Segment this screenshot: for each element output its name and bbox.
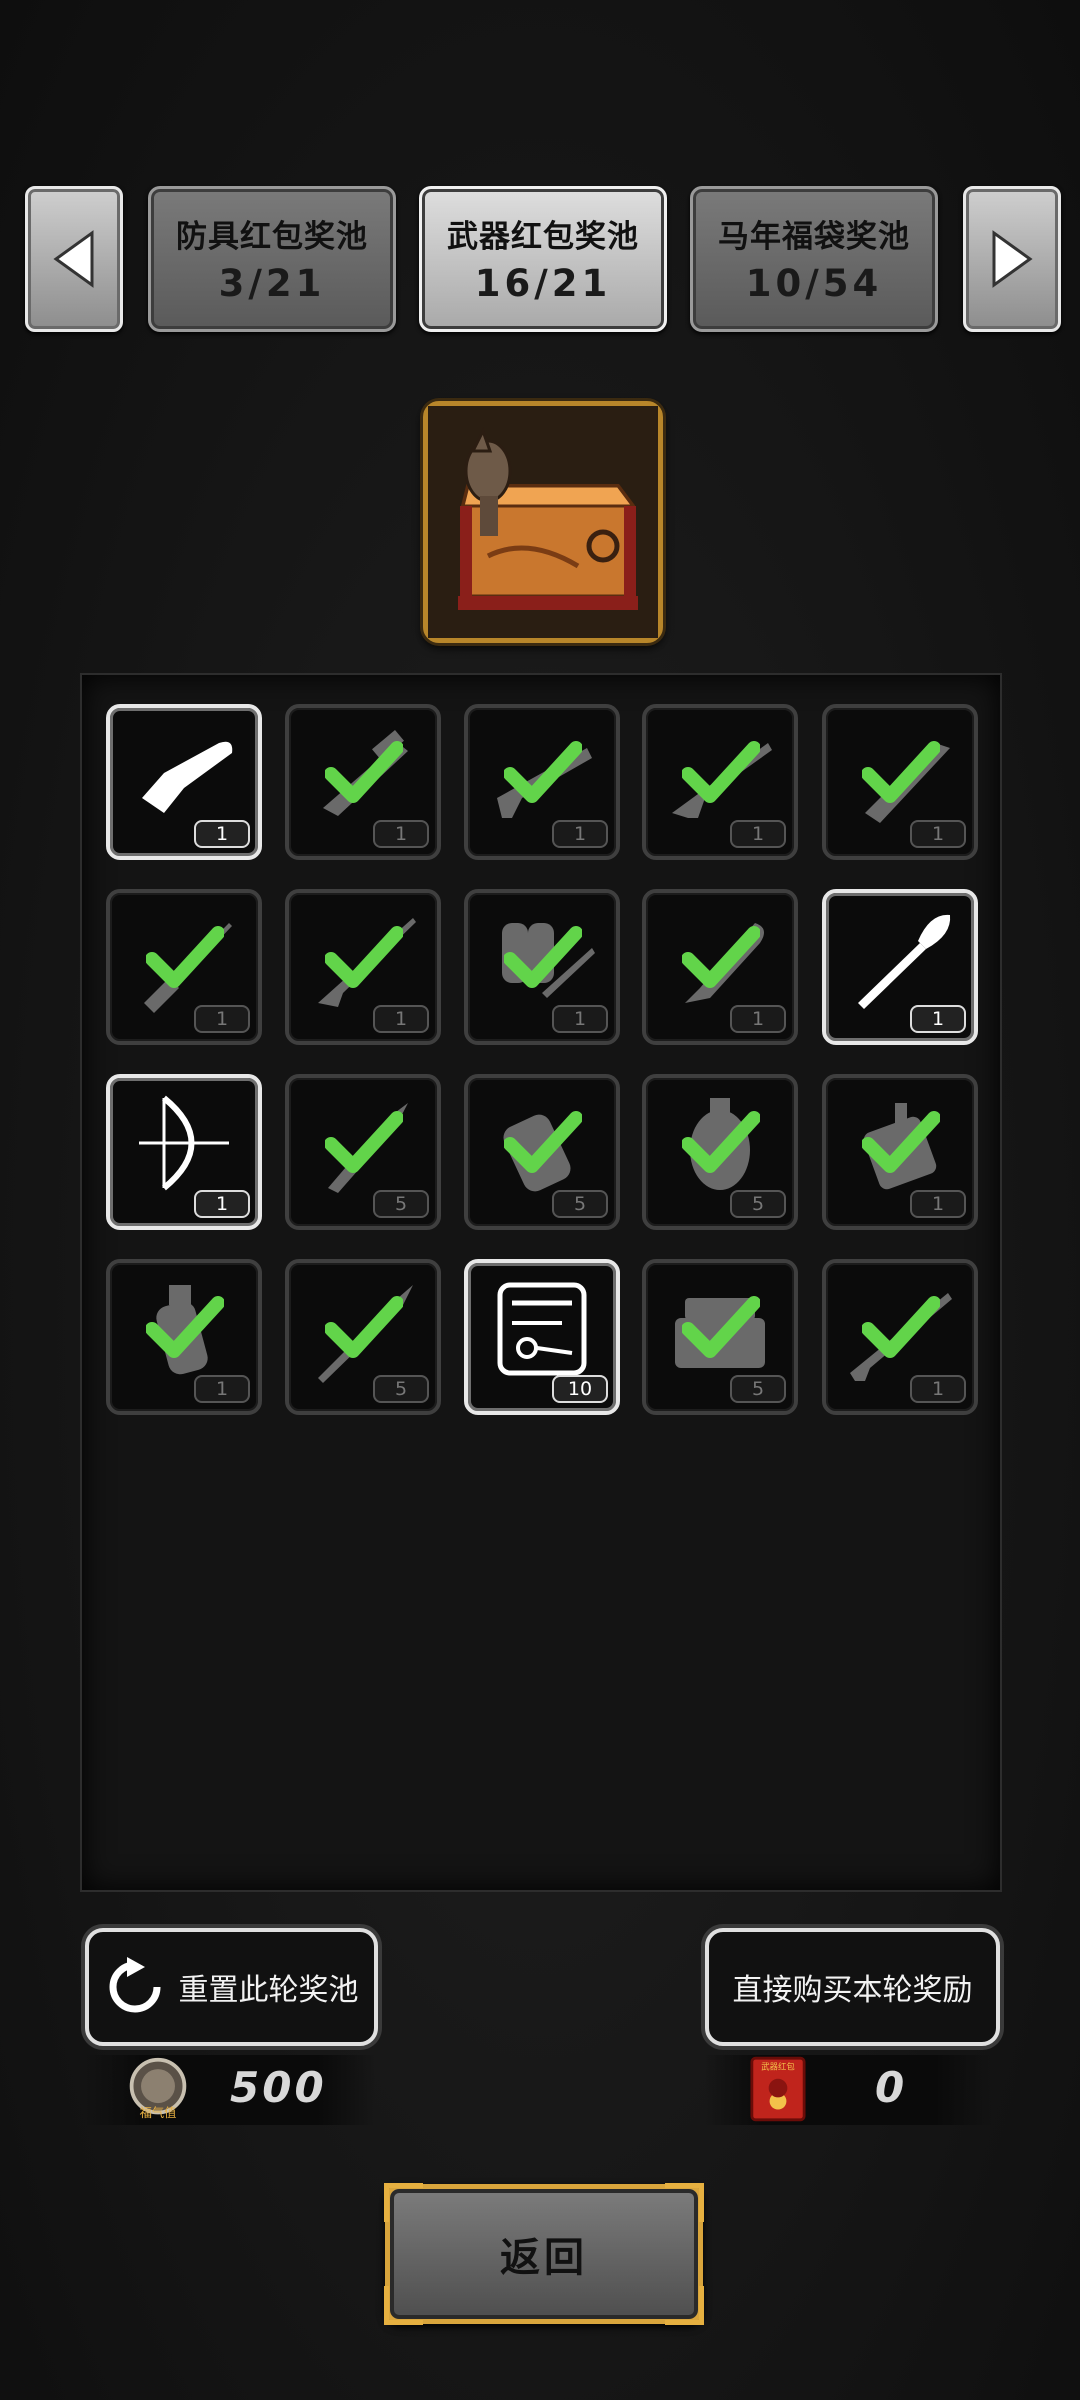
checkmark-icon [682,1296,760,1358]
reset-pool-label: 重置此轮奖池 [178,1973,359,2008]
red-packet-currency: 武器红包 0 [705,2055,992,2125]
checkmark-icon [682,926,760,988]
reward-item-screwdriver[interactable]: 1 [106,889,262,1045]
checkmark-icon [504,1111,582,1173]
checkmark-icon [682,1111,760,1173]
item-quantity: 1 [910,1190,966,1218]
reward-item-toolbox[interactable]: 5 [642,1259,798,1415]
reward-item-shovel[interactable]: 1 [822,889,978,1045]
item-quantity: 1 [910,1005,966,1033]
reward-item-spear[interactable]: 5 [285,1259,441,1415]
reward-item-machete[interactable]: 1 [642,889,798,1045]
pool-chest-icon [423,401,663,643]
tool-kit-icon [497,1282,587,1376]
compound-bow-icon [139,1095,229,1191]
red-packet-label: 武器红包 [761,2061,795,2071]
checkmark-icon [504,741,582,803]
tab-name: 防具红包奖池 [176,219,368,255]
item-quantity: 1 [552,1005,608,1033]
corner-ornament [384,2286,423,2325]
checkmark-icon [325,741,403,803]
reward-item-spear-tip[interactable]: 5 [285,1074,441,1230]
checkmark-icon [325,926,403,988]
buy-round-button[interactable]: 直接购买本轮奖励 [705,1928,1000,2046]
reward-item-bundle-explosive[interactable]: 1 [822,1074,978,1230]
reset-pool-button[interactable]: 重置此轮奖池 [85,1928,378,2046]
back-label: 返回 [500,2235,588,2281]
tab-name: 马年福袋奖池 [718,219,910,255]
reward-item-bayonet-rifle[interactable]: 1 [285,889,441,1045]
luck-coin-icon: 福气值 [129,2057,187,2120]
reward-item-sword[interactable]: 1 [822,704,978,860]
checkmark-icon [325,1296,403,1358]
item-quantity: 5 [730,1375,786,1403]
prev-pool-button[interactable] [25,186,123,332]
reward-item-chainsaw[interactable]: 1 [106,704,262,860]
corner-ornament [665,2286,704,2325]
item-quantity: 5 [730,1190,786,1218]
shovel-icon [858,914,951,1009]
checkmark-icon [862,741,940,803]
item-quantity: 1 [194,1005,250,1033]
item-quantity: 1 [730,1005,786,1033]
checkmark-icon [862,1296,940,1358]
reward-item-minigun[interactable]: 1 [285,704,441,860]
reward-item-tool-kit[interactable]: 10 [464,1259,620,1415]
item-quantity: 1 [373,820,429,848]
item-quantity: 1 [194,820,250,848]
reward-item-flamethrower[interactable]: 1 [464,889,620,1045]
reward-item-brass-knuckle[interactable]: 5 [464,1074,620,1230]
back-button[interactable]: 返回 [384,2183,704,2325]
luck-label: 福气值 [140,2105,177,2120]
item-quantity: 10 [552,1375,608,1403]
red-packet-value: 0 [875,2063,908,2112]
item-quantity: 5 [552,1190,608,1218]
item-quantity: 1 [910,820,966,848]
tab-count: 3/21 [218,262,326,305]
tab-weapon-pool[interactable]: 武器红包奖池 16/21 [419,186,667,332]
item-quantity: 5 [373,1190,429,1218]
reward-item-frag-grenade[interactable]: 1 [106,1259,262,1415]
reward-item-shotgun[interactable]: 1 [464,704,620,860]
tab-armor-pool[interactable]: 防具红包奖池 3/21 [148,186,396,332]
refresh-icon [109,1957,160,2013]
checkmark-icon [862,1111,940,1173]
corner-ornament [384,2183,423,2222]
item-quantity: 1 [910,1375,966,1403]
chainsaw-icon [142,741,233,813]
checkmark-icon [504,926,582,988]
reward-item-grenade[interactable]: 5 [642,1074,798,1230]
checkmark-icon [325,1111,403,1173]
checkmark-icon [146,1296,224,1358]
item-quantity: 1 [194,1375,250,1403]
checkmark-icon [146,926,224,988]
reward-item-rocket-launcher[interactable]: 1 [822,1259,978,1415]
reward-item-compound-bow[interactable]: 1 [106,1074,262,1230]
tab-count: 16/21 [474,262,612,305]
tab-horse-year-pool[interactable]: 马年福袋奖池 10/54 [690,186,938,332]
buy-round-label: 直接购买本轮奖励 [732,1973,973,2008]
red-packet-icon: 武器红包 [750,2056,806,2122]
item-quantity: 1 [552,820,608,848]
luck-currency: 福气值 500 [85,2055,375,2125]
item-quantity: 1 [194,1190,250,1218]
item-quantity: 5 [373,1375,429,1403]
checkmark-icon [682,741,760,803]
left-arrow-icon [53,230,94,288]
tab-count: 10/54 [745,262,883,305]
tab-name: 武器红包奖池 [447,219,639,255]
corner-ornament [665,2183,704,2222]
item-quantity: 1 [373,1005,429,1033]
reward-item-assault-rifle[interactable]: 1 [642,704,798,860]
item-quantity: 1 [730,820,786,848]
right-arrow-icon [992,230,1033,288]
luck-value: 500 [230,2063,327,2112]
next-pool-button[interactable] [963,186,1061,332]
